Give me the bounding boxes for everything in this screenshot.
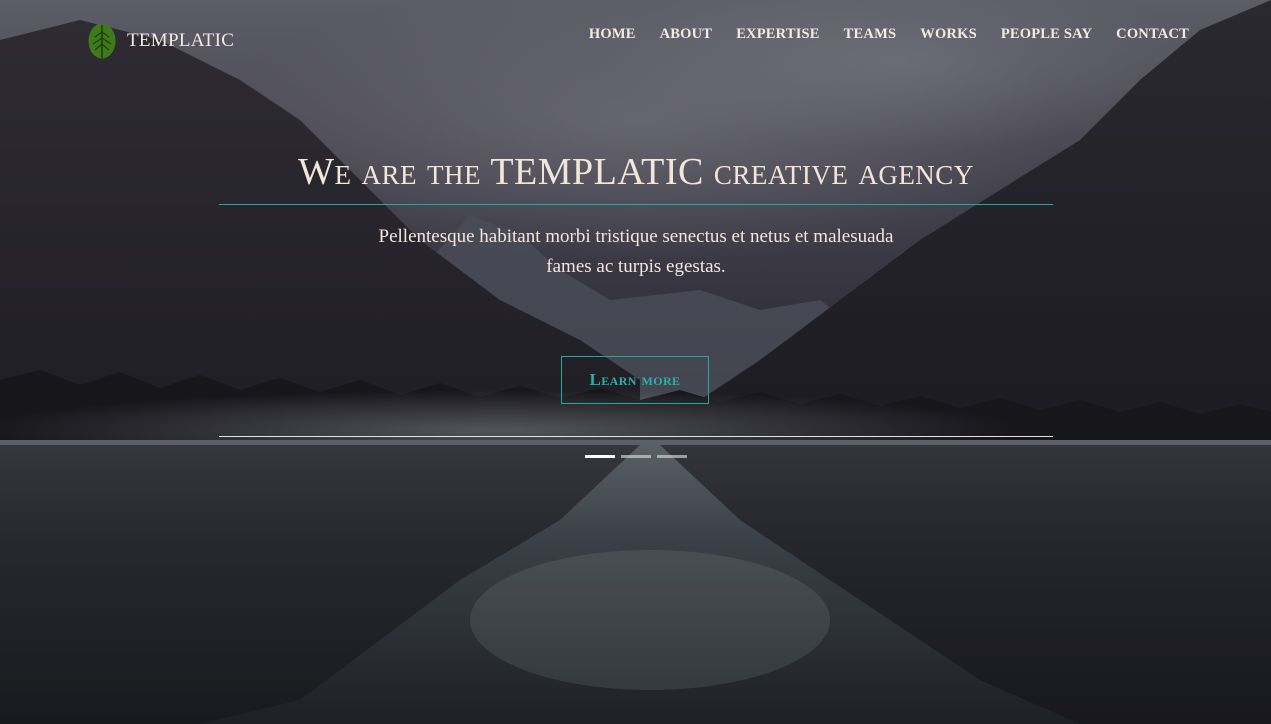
leaf-icon	[88, 23, 116, 59]
nav-item-about[interactable]: ABOUT	[660, 26, 713, 43]
nav-item-works[interactable]: WORKS	[920, 26, 977, 43]
bottom-divider	[219, 436, 1053, 437]
slider-pagination	[585, 455, 687, 458]
nav-item-expertise[interactable]: EXPERTISE	[736, 26, 819, 43]
slide-indicator-3[interactable]	[657, 455, 687, 458]
hero-headline: We are the TEMPLATIC creative agency	[298, 151, 974, 193]
nav-item-contact[interactable]: CONTACT	[1116, 26, 1189, 43]
learn-more-button[interactable]: Learn more	[561, 356, 709, 404]
logo-link[interactable]: TEMPLATIC	[87, 22, 234, 60]
nav-item-people-say[interactable]: PEOPLE SAY	[1001, 26, 1092, 43]
slide-indicator-1[interactable]	[585, 455, 615, 458]
headline-divider	[219, 204, 1053, 205]
site-header: TEMPLATIC HOME ABOUT EXPERTISE TEAMS WOR…	[0, 0, 1271, 72]
nav-item-home[interactable]: HOME	[589, 26, 636, 43]
slide-indicator-2[interactable]	[621, 455, 651, 458]
nav-item-teams[interactable]: TEAMS	[844, 26, 897, 43]
hero-section: TEMPLATIC HOME ABOUT EXPERTISE TEAMS WOR…	[0, 0, 1271, 724]
main-nav: HOME ABOUT EXPERTISE TEAMS WORKS PEOPLE …	[589, 26, 1189, 43]
hero-subtitle: Pellentesque habitant morbi tristique se…	[378, 226, 894, 277]
brand-name: TEMPLATIC	[127, 30, 235, 51]
